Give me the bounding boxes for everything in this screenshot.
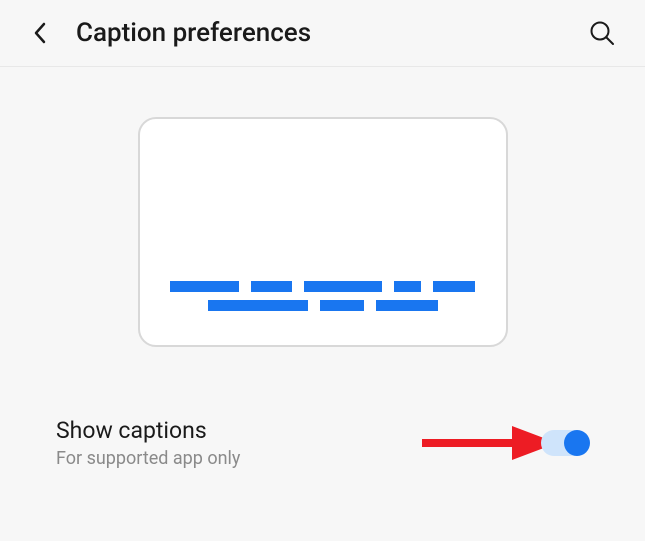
back-button[interactable] bbox=[28, 21, 52, 45]
caption-line bbox=[170, 300, 476, 311]
caption-preview-bars bbox=[170, 281, 476, 319]
caption-bar bbox=[208, 300, 308, 311]
caption-bar bbox=[376, 300, 438, 311]
setting-text: Show captions For supported app only bbox=[56, 417, 541, 469]
caption-bar bbox=[433, 281, 476, 292]
chevron-left-icon bbox=[33, 22, 47, 44]
setting-row-show-captions: Show captions For supported app only bbox=[20, 417, 625, 469]
setting-subtitle: For supported app only bbox=[56, 448, 541, 469]
show-captions-toggle[interactable] bbox=[541, 430, 589, 456]
page-title: Caption preferences bbox=[76, 18, 587, 48]
caption-bar bbox=[320, 300, 364, 311]
caption-bar bbox=[394, 281, 421, 292]
caption-bar bbox=[170, 281, 240, 292]
content-area: Show captions For supported app only bbox=[0, 67, 645, 469]
caption-bar bbox=[251, 281, 292, 292]
toggle-knob bbox=[564, 430, 590, 456]
caption-preview-card bbox=[138, 117, 508, 347]
header: Caption preferences bbox=[0, 0, 645, 67]
search-button[interactable] bbox=[587, 18, 617, 48]
caption-line bbox=[170, 281, 476, 292]
setting-title: Show captions bbox=[56, 417, 541, 444]
search-icon bbox=[589, 20, 615, 46]
caption-bar bbox=[304, 281, 382, 292]
